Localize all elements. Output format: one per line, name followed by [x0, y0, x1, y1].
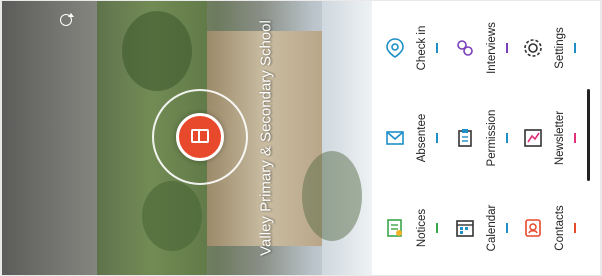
location-pin-icon	[384, 37, 406, 59]
clipboard-icon	[454, 127, 476, 149]
menu-item-settings[interactable]: Settings	[520, 5, 580, 91]
sync-icon[interactable]	[60, 13, 74, 26]
envelope-icon	[384, 127, 406, 149]
school-name: Valley Primary & Secondary School	[257, 20, 275, 256]
menu-item-label: Check in	[416, 25, 428, 71]
menu-item-notices[interactable]: Notices	[382, 185, 442, 271]
school-logo-button[interactable]	[176, 113, 224, 161]
menu-item-calendar[interactable]: Calendar	[452, 185, 512, 271]
menu-item-label: Contacts	[554, 205, 566, 251]
menu-item-newsletter[interactable]: Newsletter	[520, 95, 580, 181]
menu-item-label: Calendar	[486, 204, 498, 252]
people-icon	[454, 37, 476, 59]
book-icon	[191, 129, 209, 143]
menu-item-label: Settings	[554, 27, 566, 69]
contacts-icon	[522, 217, 544, 239]
menu-item-label: Absentee	[416, 113, 428, 163]
menu-item-label: Interviews	[486, 22, 498, 74]
drag-handle[interactable]	[587, 89, 590, 181]
calendar-icon	[454, 217, 476, 239]
notice-board-icon	[384, 217, 406, 239]
menu-grid: Check in Interviews Settings Absentee Pe…	[374, 1, 600, 275]
menu-item-label: Permission	[486, 109, 498, 167]
newsletter-icon	[522, 127, 544, 149]
menu-item-label: Newsletter	[554, 110, 566, 166]
menu-item-contacts[interactable]: Contacts	[520, 185, 580, 271]
menu-item-permission[interactable]: Permission	[452, 95, 512, 181]
menu-item-interviews[interactable]: Interviews	[452, 5, 512, 91]
school-photo-banner: Valley Primary & Secondary School	[2, 1, 372, 275]
menu-item-check-in[interactable]: Check in	[382, 5, 442, 91]
menu-item-label: Notices	[416, 208, 428, 248]
menu-item-absentee[interactable]: Absentee	[382, 95, 442, 181]
gear-icon	[522, 37, 544, 59]
app-frame: Valley Primary & Secondary School Check …	[2, 1, 600, 275]
